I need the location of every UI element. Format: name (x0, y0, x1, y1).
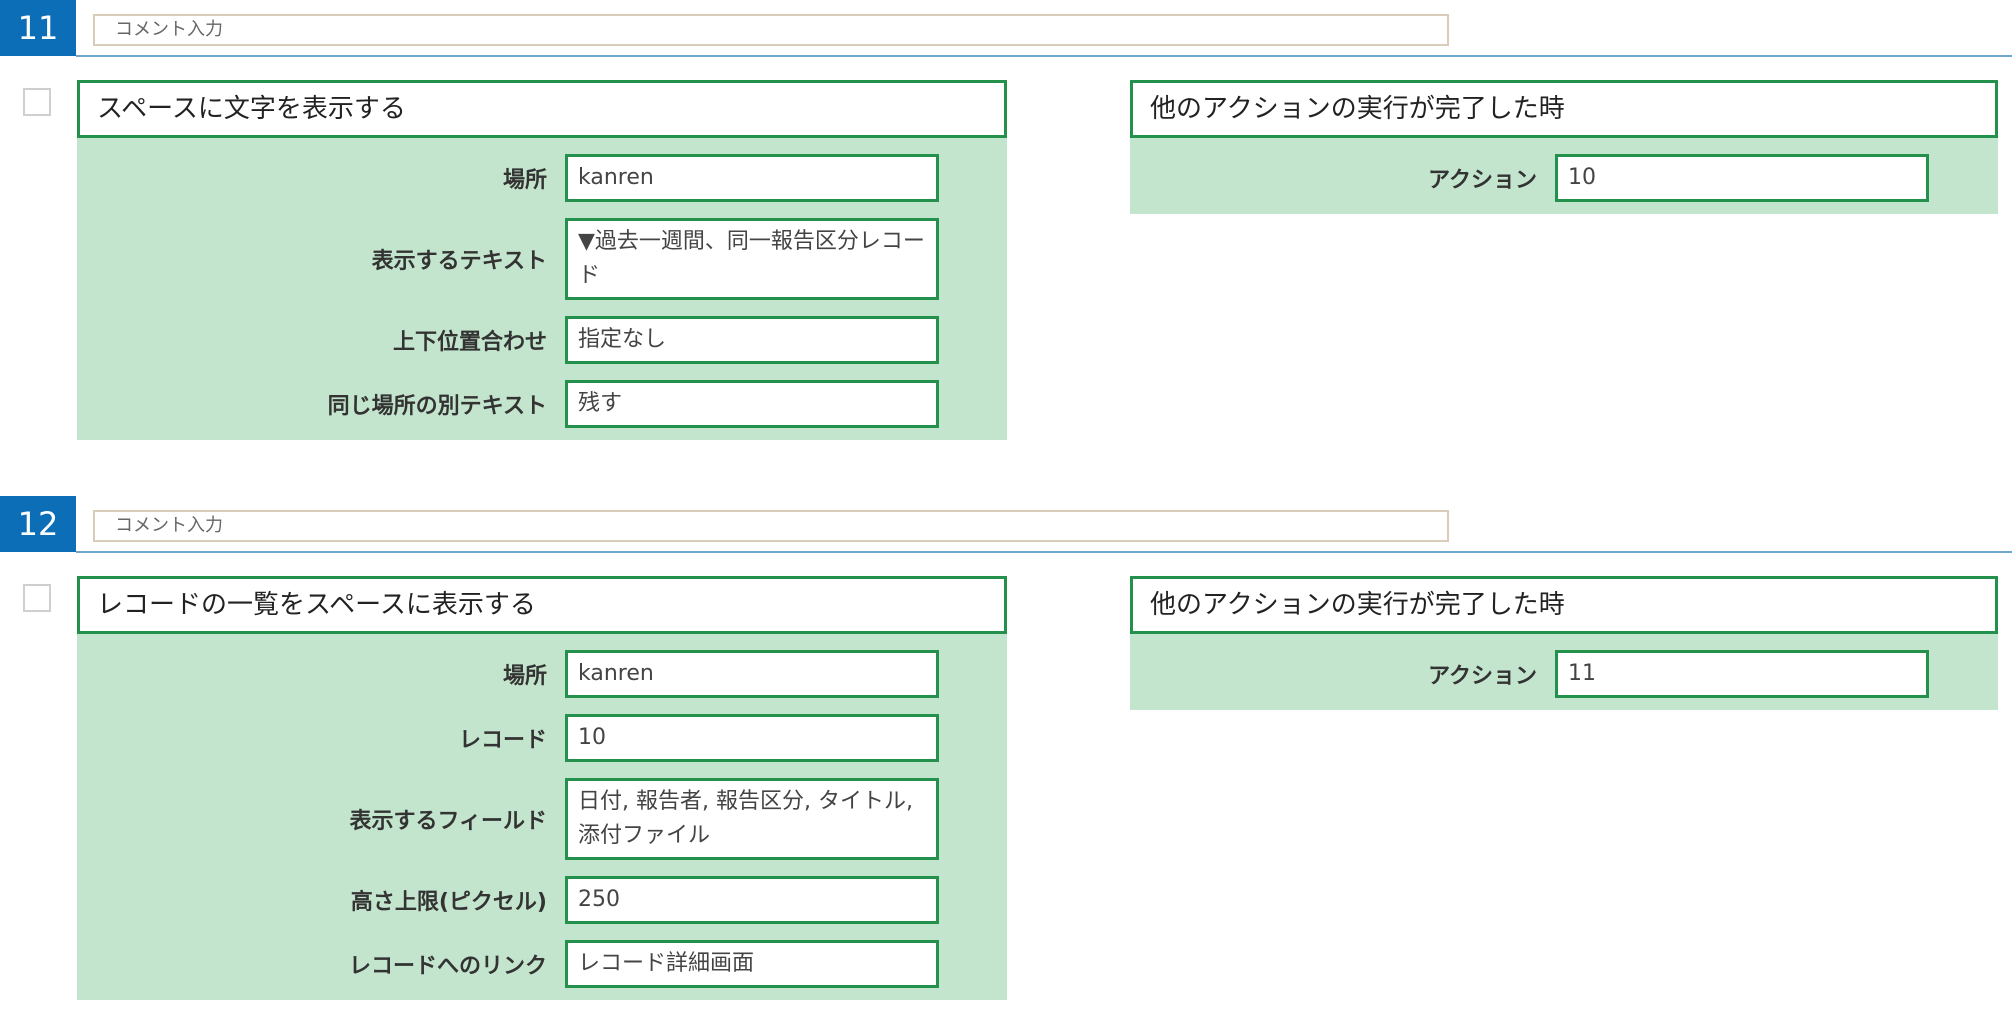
field-value[interactable]: 日付, 報告者, 報告区分, タイトル, 添付ファイル (565, 778, 939, 860)
trigger-panel: 他のアクションの実行が完了した時 アクション 10 (1130, 80, 1998, 214)
field-label: アクション (1428, 168, 1537, 193)
field-row-action: アクション 11 (1130, 650, 1998, 698)
trigger-title[interactable]: 他のアクションの実行が完了した時 (1130, 80, 1998, 138)
field-label: 上下位置合わせ (392, 330, 547, 355)
step-12: 12 コメント入力 レコードの一覧をスペースに表示する 場所 kanren レコ… (0, 496, 2012, 1000)
field-label: 場所 (502, 664, 547, 689)
action-panel: スペースに文字を表示する 場所 kanren 表示するテキスト ▼過去一週間、同… (77, 80, 1007, 440)
field-row-record: レコード 10 (77, 714, 1007, 762)
field-value[interactable]: 10 (565, 714, 939, 762)
field-value[interactable]: kanren (565, 154, 939, 202)
field-row-record-link: レコードへのリンク レコード詳細画面 (77, 940, 1007, 988)
field-row-location: 場所 kanren (77, 650, 1007, 698)
step-divider (76, 55, 2012, 57)
step-number-badge: 12 (0, 496, 76, 552)
field-label: 表示するフィールド (349, 809, 547, 834)
action-settings: 場所 kanren レコード 10 表示するフィールド 日付, 報告者, 報告区… (77, 634, 1007, 1000)
field-label: 同じ場所の別テキスト (327, 394, 547, 419)
step-divider (76, 551, 2012, 553)
field-row-other-text: 同じ場所の別テキスト 残す (77, 380, 1007, 428)
field-row-display-text: 表示するテキスト ▼過去一週間、同一報告区分レコード (77, 218, 1007, 300)
field-value[interactable]: レコード詳細画面 (565, 940, 939, 988)
field-value[interactable]: 指定なし (565, 316, 939, 364)
field-value[interactable]: 10 (1555, 154, 1929, 202)
field-label: レコード (458, 728, 547, 753)
field-row-max-height: 高さ上限(ピクセル) 250 (77, 876, 1007, 924)
comment-input[interactable]: コメント入力 (93, 14, 1449, 46)
action-title[interactable]: レコードの一覧をスペースに表示する (77, 576, 1007, 634)
action-list: 11 コメント入力 スペースに文字を表示する 場所 kanren 表示するテキス… (0, 0, 2012, 1015)
field-label: アクション (1428, 664, 1537, 689)
field-value[interactable]: 残す (565, 380, 939, 428)
action-title[interactable]: スペースに文字を表示する (77, 80, 1007, 138)
field-value[interactable]: 11 (1555, 650, 1929, 698)
field-row-display-fields: 表示するフィールド 日付, 報告者, 報告区分, タイトル, 添付ファイル (77, 778, 1007, 860)
action-panel: レコードの一覧をスペースに表示する 場所 kanren レコード 10 表示する… (77, 576, 1007, 1000)
field-value[interactable]: 250 (565, 876, 939, 924)
trigger-settings: アクション 11 (1130, 634, 1998, 710)
step-select-checkbox[interactable] (23, 584, 51, 612)
field-label: レコードへのリンク (348, 954, 547, 979)
trigger-settings: アクション 10 (1130, 138, 1998, 214)
field-value[interactable]: ▼過去一週間、同一報告区分レコード (565, 218, 939, 300)
action-settings: 場所 kanren 表示するテキスト ▼過去一週間、同一報告区分レコード 上下位… (77, 138, 1007, 440)
comment-input[interactable]: コメント入力 (93, 510, 1449, 542)
field-label: 場所 (502, 168, 547, 193)
field-row-location: 場所 kanren (77, 154, 1007, 202)
step-number-badge: 11 (0, 0, 76, 56)
step-select-checkbox[interactable] (23, 88, 51, 116)
trigger-title[interactable]: 他のアクションの実行が完了した時 (1130, 576, 1998, 634)
field-row-vertical-align: 上下位置合わせ 指定なし (77, 316, 1007, 364)
field-label: 高さ上限(ピクセル) (350, 890, 547, 915)
field-row-action: アクション 10 (1130, 154, 1998, 202)
step-11: 11 コメント入力 スペースに文字を表示する 場所 kanren 表示するテキス… (0, 0, 2012, 480)
trigger-panel: 他のアクションの実行が完了した時 アクション 11 (1130, 576, 1998, 710)
field-label: 表示するテキスト (371, 249, 547, 274)
field-value[interactable]: kanren (565, 650, 939, 698)
